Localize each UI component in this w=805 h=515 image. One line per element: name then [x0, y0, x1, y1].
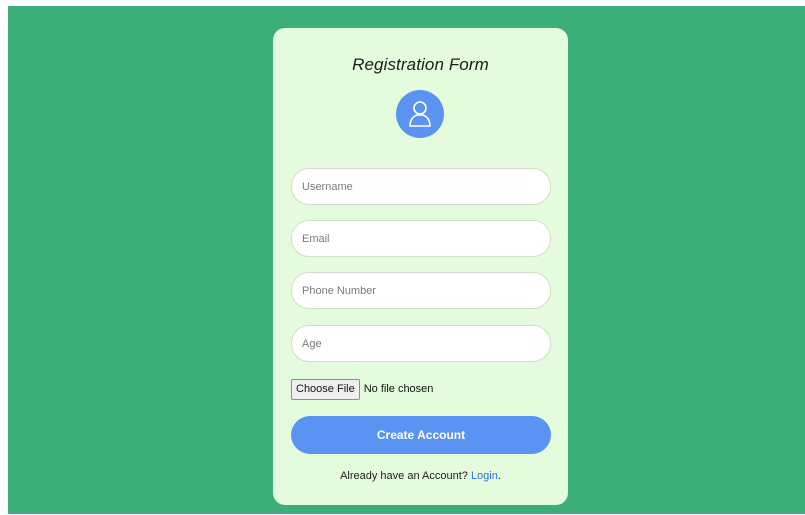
registration-card: Registration Form Choose File No file ch… — [273, 28, 568, 505]
choose-file-button[interactable]: Choose File — [291, 378, 360, 400]
login-prompt: Already have an Account? Login. — [273, 470, 568, 482]
file-status: No file chosen — [363, 383, 434, 395]
username-input[interactable] — [291, 168, 551, 205]
age-input[interactable] — [291, 325, 551, 362]
email-input[interactable] — [291, 220, 551, 257]
avatar — [396, 90, 444, 138]
login-link[interactable]: Login — [471, 470, 498, 482]
user-icon — [409, 101, 431, 127]
login-prompt-text: Already have an Account? — [340, 470, 468, 482]
form-title: Registration Form — [352, 55, 489, 74]
phone-number-input[interactable] — [291, 272, 551, 309]
page-background: Registration Form Choose File No file ch… — [8, 6, 805, 514]
file-upload: Choose File No file chosen — [291, 378, 433, 400]
create-account-button[interactable]: Create Account — [291, 416, 551, 454]
login-prompt-suffix: . — [497, 470, 501, 482]
